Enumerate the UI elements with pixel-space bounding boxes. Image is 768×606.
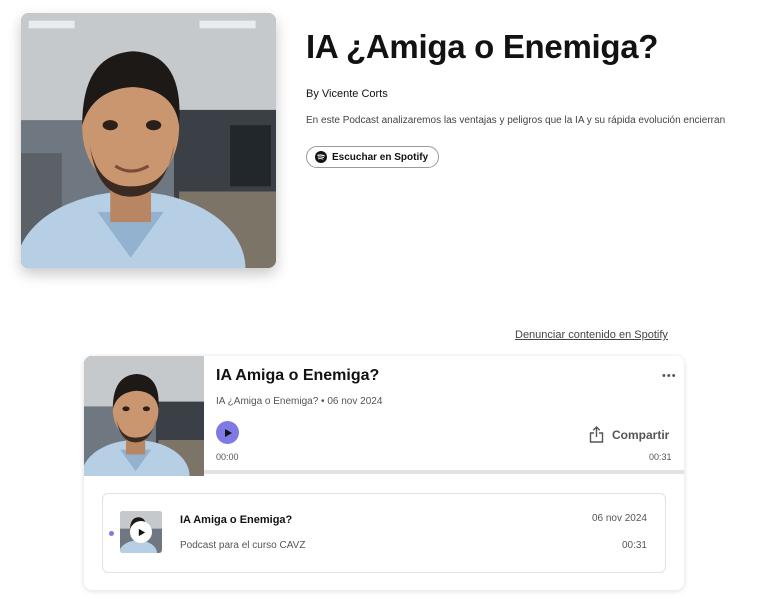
spotify-embed-player: IA Amiga o Enemiga? IA ¿Amiga o Enemiga?… [84,356,684,590]
thumbnail-play-button[interactable] [130,521,152,543]
play-button[interactable] [216,421,239,444]
listen-on-spotify-button[interactable]: Escuchar en Spotify [306,146,440,168]
share-button[interactable]: Compartir [589,426,669,443]
episode-title: IA Amiga o Enemiga? [216,367,380,384]
list-episode-description: Podcast para el curso CAVZ [180,540,306,551]
list-episode-title: IA Amiga o Enemiga? [180,514,293,526]
show-description: En este Podcast analizaremos las ventaja… [306,115,726,126]
share-icon [589,426,604,443]
progress-bar[interactable] [204,470,684,474]
show-author: By Vicente Corts [306,88,388,100]
episode-cover-art [84,356,204,476]
share-label: Compartir [612,427,670,442]
spotify-icon [315,151,327,163]
show-title: IA ¿Amiga o Enemiga? [306,28,659,65]
active-indicator [109,531,114,536]
show-cover-art [21,13,276,268]
report-content-link[interactable]: Denunciar contenido en Spotify [515,329,668,341]
episode-thumbnail[interactable] [120,511,162,553]
more-options-icon[interactable]: ••• [662,370,677,382]
play-icon [138,528,145,536]
listen-on-spotify-label: Escuchar en Spotify [332,151,429,163]
portrait-image [84,356,204,476]
list-episode-date: 06 nov 2024 [591,513,647,524]
list-episode-duration: 00:31 [621,540,647,551]
episode-meta: IA ¿Amiga o Enemiga? • 06 nov 2024 [216,396,383,407]
episode-list-item[interactable]: IA Amiga o Enemiga? Podcast para el curs… [102,493,666,573]
total-duration: 00:31 [649,452,672,462]
current-time: 00:00 [216,452,239,462]
play-icon [224,428,232,437]
portrait-image [21,13,276,268]
